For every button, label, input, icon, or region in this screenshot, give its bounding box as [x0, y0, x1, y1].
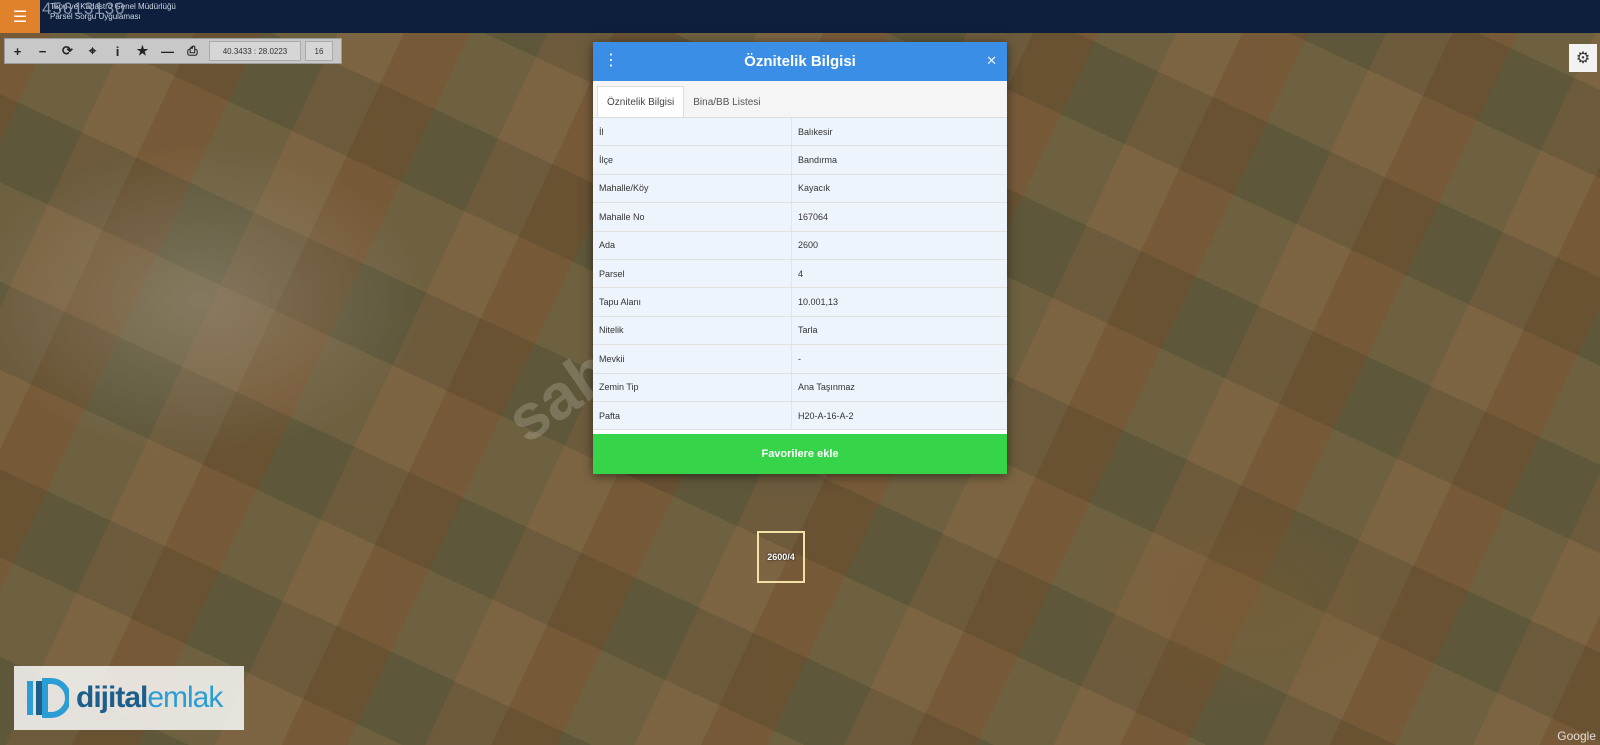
- info-button[interactable]: i: [105, 39, 130, 63]
- app-title: 45613130 Tapu ve Kadastro Genel Müdürlüğ…: [42, 0, 176, 22]
- attr-value: Tarla: [791, 316, 1007, 346]
- locate-button[interactable]: ⌖: [80, 39, 105, 63]
- attr-value: H20-A-16-A-2: [791, 401, 1007, 431]
- zoom-in-button[interactable]: +: [5, 39, 30, 63]
- dialog-tabs: Öznitelik Bilgisi Bina/BB Listesi: [593, 81, 1007, 118]
- attr-value: Balıkesir: [791, 118, 1007, 147]
- settings-button[interactable]: ⚙: [1569, 44, 1597, 72]
- favorite-star-button[interactable]: ★: [130, 39, 155, 63]
- zoom-level-readout: 16: [305, 41, 333, 61]
- zoom-out-button[interactable]: −: [30, 39, 55, 63]
- attr-key: İlçe: [593, 145, 792, 175]
- table-row: İlçe Bandırma: [593, 145, 1007, 175]
- attr-key: Tapu Alanı: [593, 287, 792, 317]
- attr-value: 4: [791, 259, 1007, 289]
- attr-value: 10.001,13: [791, 287, 1007, 317]
- attr-key: Zemin Tip: [593, 373, 792, 402]
- logo-text-part2: emlak: [147, 681, 223, 714]
- attr-key: Mevkii: [593, 344, 792, 374]
- close-icon[interactable]: ✕: [986, 53, 997, 69]
- measure-button[interactable]: —: [155, 39, 180, 63]
- print-button[interactable]: ⎙: [180, 39, 205, 63]
- table-row: Nitelik Tarla: [593, 316, 1007, 346]
- table-row: Ada 2600: [593, 231, 1007, 260]
- table-row: Zemin Tip Ana Taşınmaz: [593, 373, 1007, 402]
- attr-value: Kayacık: [791, 174, 1007, 204]
- attribute-table: İl Balıkesir İlçe Bandırma Mahalle/Köy Kaya…: [593, 118, 1007, 431]
- hamburger-menu-button[interactable]: ☰: [0, 0, 40, 33]
- table-row: Pafta H20-A-16-A-2: [593, 401, 1007, 431]
- attr-key: Parsel: [593, 259, 792, 289]
- map-provider-label: Google: [1557, 729, 1596, 743]
- parcel-label: 2600/4: [767, 552, 795, 562]
- dialog-title: Öznitelik Bilgisi: [744, 53, 856, 70]
- dialog-menu-icon[interactable]: ⋮: [603, 50, 619, 70]
- top-bar: ☰ 45613130 Tapu ve Kadastro Genel Müdürl…: [0, 0, 1600, 33]
- attribute-dialog: ⋮ Öznitelik Bilgisi ✕ Öznitelik Bilgisi …: [593, 42, 1007, 474]
- logo-mark-icon: [22, 672, 70, 724]
- table-row: İl Balıkesir: [593, 118, 1007, 147]
- coordinate-readout: 40.3433 : 28.0223: [209, 41, 301, 61]
- attr-key: Mahalle/Köy: [593, 174, 792, 204]
- gear-icon: ⚙: [1575, 50, 1591, 67]
- dialog-header: ⋮ Öznitelik Bilgisi ✕: [593, 42, 1007, 81]
- attr-value: 167064: [791, 202, 1007, 232]
- brand-logo: dijitalemlak: [14, 666, 244, 730]
- attr-value: 2600: [791, 231, 1007, 260]
- add-to-favorites-button[interactable]: Favorilere ekle: [593, 434, 1007, 474]
- refresh-button[interactable]: ⟳: [55, 39, 80, 63]
- attr-key: İl: [593, 118, 792, 147]
- overlay-number: 45613130: [42, 0, 126, 18]
- map-toolbar: + − ⟳ ⌖ i ★ — ⎙ 40.3433 : 28.0223 16: [4, 38, 342, 64]
- logo-text: dijitalemlak: [76, 681, 223, 715]
- attr-key: Nitelik: [593, 316, 792, 346]
- table-row: Mahalle No 167064: [593, 202, 1007, 232]
- attr-key: Ada: [593, 231, 792, 260]
- menu-icon: ☰: [12, 8, 28, 26]
- attr-key: Pafta: [593, 401, 792, 431]
- table-row: Parsel 4: [593, 259, 1007, 289]
- tab-building-list[interactable]: Bina/BB Listesi: [684, 87, 769, 117]
- attr-value: -: [791, 344, 1007, 374]
- logo-text-part1: dijital: [76, 681, 148, 714]
- table-row: Mevkii -: [593, 344, 1007, 374]
- tab-attribute-info[interactable]: Öznitelik Bilgisi: [597, 86, 685, 117]
- selected-parcel[interactable]: 2600/4: [757, 531, 805, 583]
- table-row: Mahalle/Köy Kayacık: [593, 174, 1007, 204]
- attr-value: Bandırma: [791, 145, 1007, 175]
- attr-key: Mahalle No: [593, 202, 792, 232]
- attr-value: Ana Taşınmaz: [791, 373, 1007, 402]
- table-row: Tapu Alanı 10.001,13: [593, 287, 1007, 317]
